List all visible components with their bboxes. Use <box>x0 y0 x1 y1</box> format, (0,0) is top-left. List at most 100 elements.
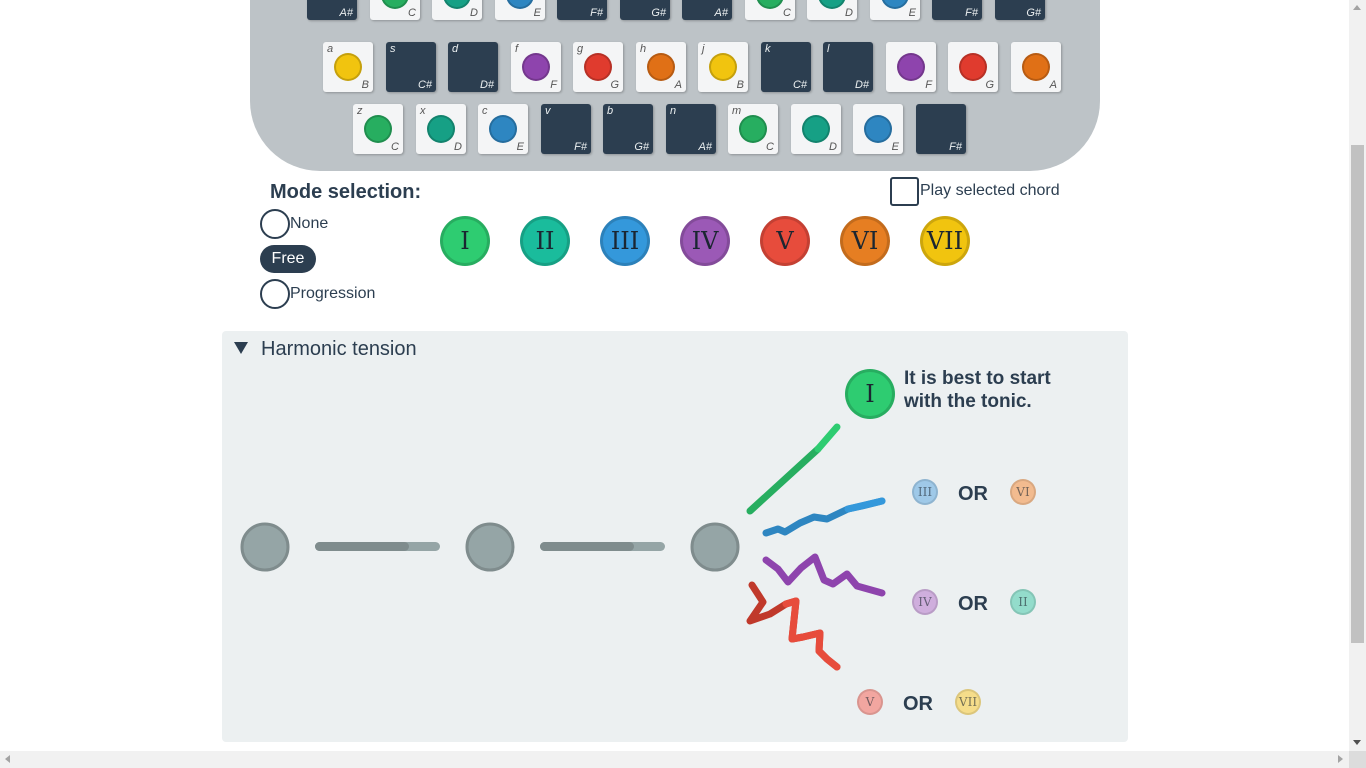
key-shortcut-label: v <box>545 105 551 117</box>
key-note-label: D <box>845 7 853 19</box>
key-shortcut-label: j <box>702 43 705 55</box>
chord-slot-2[interactable] <box>465 522 515 572</box>
key-note-label: E <box>533 7 541 19</box>
keyboard-key[interactable]: l D# <box>823 42 873 92</box>
key-note-label: F# <box>965 7 978 19</box>
keyboard-key[interactable]: cE <box>478 104 528 154</box>
chord-button-vi[interactable]: VI <box>840 216 890 266</box>
suggestion-chord-vii: VII <box>955 689 981 715</box>
keyboard-key[interactable]: aB <box>323 42 373 92</box>
tension-line-tonic-tip <box>814 423 841 453</box>
scroll-right-icon[interactable] <box>1338 755 1343 763</box>
chord-slot-1[interactable] <box>240 522 290 572</box>
note-color-dot <box>647 53 675 81</box>
keyboard-key[interactable]: F# <box>916 104 966 154</box>
keyboard-key[interactable]: gG <box>573 42 623 92</box>
chord-button-i[interactable]: I <box>440 216 490 266</box>
note-color-dot <box>506 0 534 9</box>
scroll-up-icon[interactable] <box>1353 5 1361 10</box>
key-note-label: A# <box>339 7 353 19</box>
keyboard-key[interactable]: hA <box>636 42 686 92</box>
note-color-dot <box>1022 53 1050 81</box>
mode-option-free[interactable]: Free <box>260 245 316 273</box>
keyboard-key[interactable]: n A# <box>666 104 716 154</box>
keyboard-key[interactable]: C <box>370 0 420 20</box>
keyboard-key[interactable]: C <box>745 0 795 20</box>
mode-option-label: None <box>290 215 329 232</box>
keyboard-key[interactable]: xD <box>416 104 466 154</box>
key-note-label: F <box>550 79 557 91</box>
keyboard-key[interactable]: s C# <box>386 42 436 92</box>
tip-chord-i: I <box>845 369 895 419</box>
keyboard-key[interactable]: F <box>886 42 936 92</box>
note-color-dot <box>818 0 846 9</box>
keyboard-key[interactable]: E <box>853 104 903 154</box>
keyboard-key[interactable]: fF <box>511 42 561 92</box>
key-shortcut-label: h <box>640 43 647 55</box>
or-label: OR <box>958 483 988 505</box>
keyboard-key[interactable]: A# <box>307 0 357 20</box>
key-shortcut-label: c <box>482 105 488 117</box>
keyboard-key[interactable]: F# <box>932 0 982 20</box>
key-note-label: C <box>391 141 399 153</box>
tension-line-mid <box>762 553 886 597</box>
keyboard-key[interactable]: D <box>807 0 857 20</box>
page: A# C D E F# G# A# C D E F# G# a Bs C# d D# f Fg Gh Aj Bk C# l D#… <box>0 0 1349 751</box>
or-label: OR <box>903 693 933 715</box>
keyboard-key[interactable]: k C# <box>761 42 811 92</box>
chord-button-vii[interactable]: VII <box>920 216 970 266</box>
keyboard-key[interactable]: E <box>495 0 545 20</box>
radio-circle[interactable] <box>260 209 290 239</box>
keyboard-key[interactable]: v F# <box>541 104 591 154</box>
keyboard-key[interactable]: A <box>1011 42 1061 92</box>
key-note-label: B <box>361 79 369 91</box>
keyboard-key[interactable]: E <box>870 0 920 20</box>
keyboard-key[interactable]: G# <box>995 0 1045 20</box>
key-note-label: D <box>454 141 462 153</box>
play-selected-chord-checkbox[interactable] <box>890 177 919 206</box>
key-note-label: A <box>674 79 682 91</box>
connector-progress <box>540 542 634 551</box>
keyboard-key[interactable]: jB <box>698 42 748 92</box>
note-color-dot <box>959 53 987 81</box>
scroll-down-icon[interactable] <box>1353 740 1361 745</box>
or-label: OR <box>958 593 988 615</box>
tip-text: It is best to start with the tonic. <box>904 368 1051 412</box>
keyboard-key[interactable]: D <box>791 104 841 154</box>
keyboard-key[interactable]: D <box>432 0 482 20</box>
keyboard-key[interactable]: d D# <box>448 42 498 92</box>
horizontal-scrollbar[interactable] <box>0 751 1349 768</box>
mode-option-progression[interactable]: Progression <box>260 279 375 309</box>
radio-circle[interactable] <box>260 279 290 309</box>
key-note-label: D <box>470 7 478 19</box>
vertical-scroll-thumb[interactable] <box>1351 145 1364 643</box>
chord-button-iii[interactable]: III <box>600 216 650 266</box>
key-note-label: C <box>408 7 416 19</box>
keyboard-key[interactable]: A# <box>682 0 732 20</box>
keyboard-key[interactable]: mC <box>728 104 778 154</box>
keyboard-key[interactable]: b G# <box>603 104 653 154</box>
key-shortcut-label: d <box>452 43 459 55</box>
chord-button-ii[interactable]: II <box>520 216 570 266</box>
key-note-label: C <box>783 7 791 19</box>
scroll-left-icon[interactable] <box>5 755 10 763</box>
key-note-label: F# <box>590 7 603 19</box>
chord-button-v[interactable]: V <box>760 216 810 266</box>
keyboard-key[interactable]: G <box>948 42 998 92</box>
chord-slot-3[interactable] <box>690 522 740 572</box>
tension-line-low-tip <box>844 497 886 513</box>
key-note-label: G# <box>1026 7 1041 19</box>
note-color-dot <box>381 0 409 9</box>
keyboard-key[interactable]: zC <box>353 104 403 154</box>
key-note-label: G <box>985 79 994 91</box>
chord-button-iv[interactable]: IV <box>680 216 730 266</box>
tension-line-tonic <box>746 445 822 515</box>
vertical-scrollbar[interactable] <box>1349 0 1366 751</box>
note-color-dot <box>584 53 612 81</box>
key-note-label: A# <box>698 141 712 153</box>
keyboard-key[interactable]: G# <box>620 0 670 20</box>
key-note-label: F <box>925 79 932 91</box>
mode-option-none[interactable]: None <box>260 209 328 239</box>
keyboard-key[interactable]: F# <box>557 0 607 20</box>
suggestion-chord-v: V <box>857 689 883 715</box>
